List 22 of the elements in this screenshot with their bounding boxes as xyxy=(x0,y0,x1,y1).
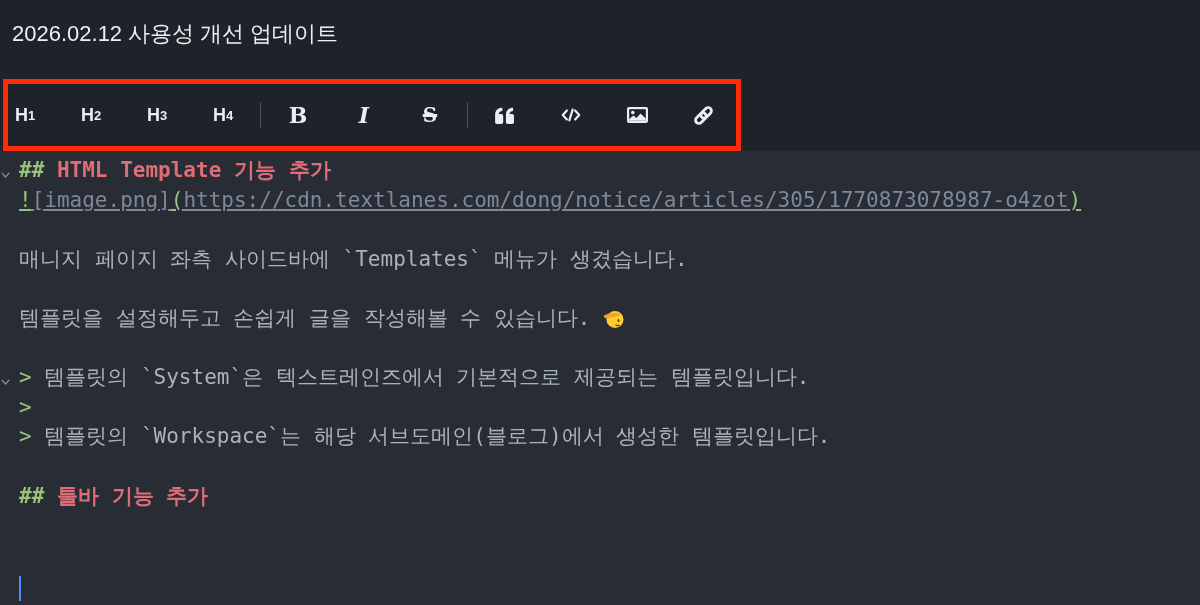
saluting-face-icon xyxy=(602,308,624,329)
text-line: > xyxy=(19,393,32,421)
code-icon xyxy=(561,108,581,122)
heading-button[interactable]: H2 xyxy=(74,98,108,132)
bold-button[interactable]: B xyxy=(281,98,315,132)
link-icon xyxy=(692,104,714,126)
text-line: > 템플릿의 `Workspace`는 해당 서브도메인(블로그)에서 생성한 템플릿입니다. xyxy=(19,423,831,451)
strikethrough-button[interactable]: S xyxy=(413,98,447,132)
heading-line: ## HTML Template 기능 추가 xyxy=(19,157,331,184)
text-line: 매니지 페이지 좌측 사이드바에 `Templates` 메뉴가 생겼습니다. xyxy=(19,245,688,273)
heading-button[interactable]: H4 xyxy=(206,98,240,132)
heading-button[interactable]: H3 xyxy=(140,98,174,132)
text-cursor xyxy=(19,575,21,601)
heading-line: ## 툴바 기능 추가 xyxy=(19,482,209,510)
quote-icon xyxy=(494,106,516,124)
image-link-line: ![image.png](https://cdn.textlanes.com/dong/notice/articles/305/1770873078987-o4zot) xyxy=(19,186,1082,214)
text-line: > 템플릿의 `System`은 텍스트레인즈에서 기본적으로 제공되는 템플릿입니다. xyxy=(19,364,810,392)
italic-button[interactable]: I xyxy=(347,98,381,132)
text-line: 템플릿을 설정해두고 손쉽게 글을 작성해볼 수 있습니다. xyxy=(19,304,591,332)
image-icon xyxy=(626,107,648,123)
post-title[interactable]: 2026.02.12 사용성 개선 업데이트 xyxy=(12,20,339,47)
heading-button[interactable]: H1 xyxy=(8,98,42,132)
